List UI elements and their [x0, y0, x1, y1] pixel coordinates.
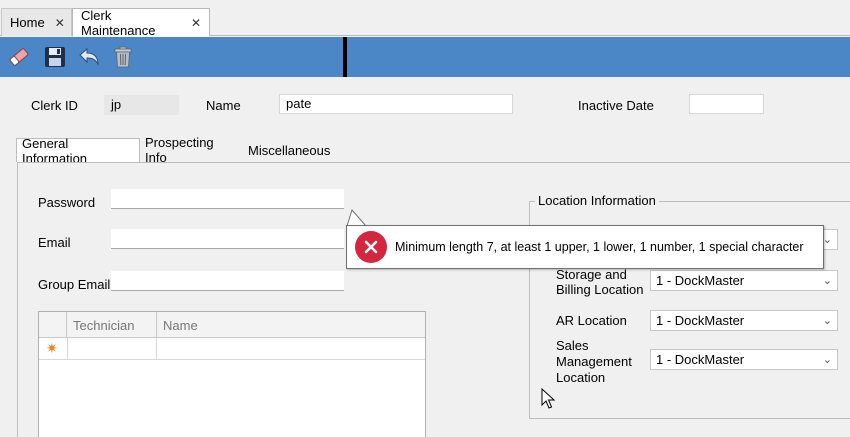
column-name[interactable]: Name	[157, 312, 425, 338]
eraser-icon[interactable]	[6, 44, 32, 70]
inactive-date-field[interactable]	[689, 94, 764, 114]
tab-general-information-label: General Information	[22, 135, 88, 166]
sales-management-select[interactable]: 1 - DockMaster ⌄	[650, 349, 838, 370]
password-field[interactable]	[111, 189, 344, 209]
validation-tooltip: Minimum length 7, at least 1 upper, 1 lo…	[346, 225, 824, 269]
tab-clerk-maintenance[interactable]: Clerk Maintenance ✕	[72, 7, 210, 38]
inactive-date-label: Inactive Date	[578, 98, 654, 113]
grid-new-row[interactable]: ✷	[39, 338, 425, 360]
undo-icon[interactable]	[76, 44, 102, 70]
email-label: Email	[38, 235, 71, 250]
toolbar-divider	[343, 37, 347, 77]
tab-miscellaneous-label: Miscellaneous	[248, 142, 331, 158]
tab-home[interactable]: Home ✕	[1, 8, 72, 36]
clerk-id-field: jp	[104, 95, 179, 115]
name-field[interactable]: pate	[279, 94, 513, 114]
grid-header: Technician Name	[39, 312, 425, 338]
grid-corner	[39, 312, 67, 338]
group-email-label: Group Email	[38, 277, 111, 292]
ar-location-select[interactable]: 1 - DockMaster ⌄	[650, 310, 838, 331]
tab-clerk-maintenance-label: Clerk Maintenance	[81, 7, 156, 38]
storage-billing-select[interactable]: 1 - DockMaster ⌄	[650, 270, 838, 291]
cell-technician[interactable]	[67, 338, 157, 360]
location-group-title: Location Information	[535, 193, 659, 208]
tooltip-message: Minimum length 7, at least 1 upper, 1 lo…	[395, 240, 804, 254]
password-label: Password	[38, 195, 96, 210]
name-label: Name	[206, 98, 241, 113]
sales-management-value: 1 - DockMaster	[656, 352, 745, 367]
chevron-down-icon: ⌄	[822, 354, 832, 366]
clerk-id-label: Clerk ID	[31, 98, 78, 113]
chevron-down-icon: ⌄	[822, 315, 832, 327]
sales-management-label: Sales Management Location	[556, 338, 632, 385]
storage-billing-value: 1 - DockMaster	[656, 273, 745, 288]
tab-prospecting-info-label: Prospecting Info	[145, 135, 214, 165]
error-icon	[355, 231, 387, 263]
tab-home-label: Home	[10, 15, 45, 30]
tab-miscellaneous[interactable]: Miscellaneous	[243, 138, 333, 162]
save-icon[interactable]	[42, 44, 68, 70]
close-icon[interactable]: ✕	[55, 16, 65, 30]
chevron-down-icon: ⌄	[822, 234, 832, 246]
mouse-cursor-icon	[541, 388, 556, 409]
ar-location-value: 1 - DockMaster	[656, 313, 745, 328]
ar-location-label: AR Location	[556, 313, 627, 328]
tab-general-information[interactable]: General Information	[16, 136, 140, 166]
trash-icon[interactable]	[110, 44, 136, 70]
new-row-icon: ✷	[46, 340, 58, 356]
storage-billing-label: Storage and Billing Location	[556, 267, 644, 297]
email-field[interactable]	[111, 229, 344, 249]
close-icon[interactable]: ✕	[191, 16, 201, 30]
group-email-field[interactable]	[111, 271, 344, 291]
tab-prospecting-info[interactable]: Prospecting Info	[140, 135, 243, 165]
column-technician[interactable]: Technician	[67, 312, 157, 338]
chevron-down-icon: ⌄	[822, 275, 832, 287]
technician-grid: Technician Name ✷	[38, 311, 426, 437]
cell-name[interactable]	[157, 338, 425, 360]
toolbar	[0, 37, 850, 77]
